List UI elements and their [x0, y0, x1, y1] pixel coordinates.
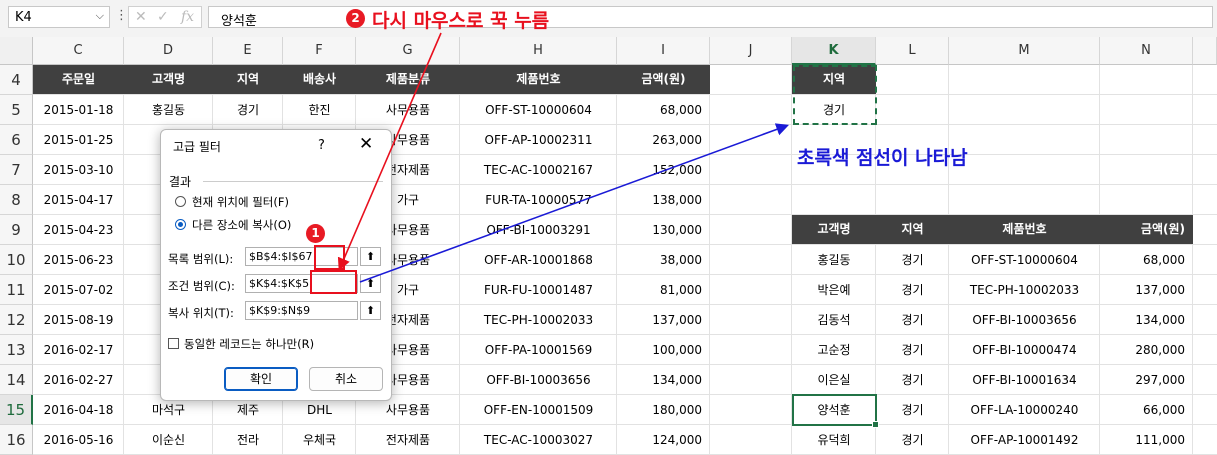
step-2-callout: 다시 마우스로 꾹 누름 — [372, 10, 550, 32]
blue-arrow — [359, 123, 790, 283]
marquee-note: 초록색 점선이 나타남 — [797, 147, 968, 169]
step-2-badge: 2 — [346, 9, 365, 28]
step-1-badge: 1 — [306, 224, 325, 243]
red-arrow — [337, 32, 442, 271]
annotation-arrows — [337, 32, 790, 283]
